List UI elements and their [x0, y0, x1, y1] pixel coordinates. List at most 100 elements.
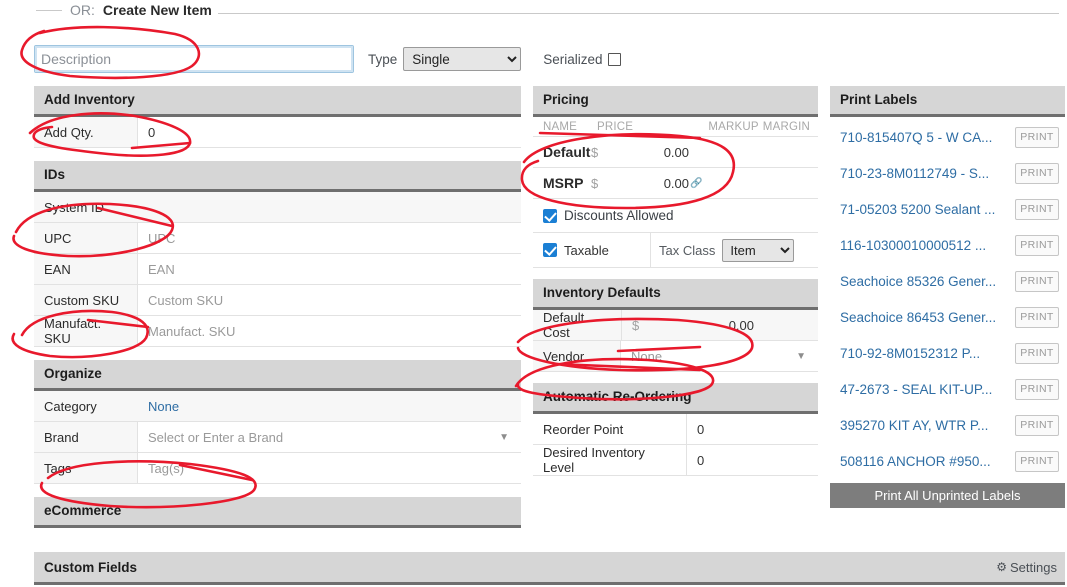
table-row-add-qty[interactable]: Add Qty. 0 [34, 117, 521, 148]
section-header-print-labels: Print Labels [830, 86, 1065, 117]
section-header-inventory-defaults: Inventory Defaults [533, 279, 818, 310]
upc-label: UPC [34, 223, 138, 253]
price-name-msrp: MSRP [543, 175, 584, 191]
print-label-name[interactable]: Seachoice 86453 Gener... [840, 310, 996, 325]
tax-class-select[interactable]: Item [722, 238, 795, 262]
print-button[interactable]: PRINT [1015, 234, 1059, 256]
column-header-margin: MARGIN [762, 121, 810, 133]
print-label-name[interactable]: 71-05203 5200 Sealant ... [840, 202, 995, 217]
print-label-name[interactable]: 116-10300010000512 ... [840, 238, 986, 253]
print-button[interactable]: PRINT [1015, 450, 1059, 472]
column-header-name: NAME [543, 121, 578, 133]
print-button[interactable]: PRINT [1015, 342, 1059, 364]
custom-sku-input[interactable]: Custom SKU [138, 285, 521, 315]
print-button[interactable]: PRINT [1015, 414, 1059, 436]
list-item[interactable]: 116-10300010000512 ... PRINT [830, 227, 1065, 263]
add-qty-value[interactable]: 0 [138, 117, 521, 147]
ean-label: EAN [34, 254, 138, 284]
section-header-auto-reordering: Automatic Re-Ordering [533, 383, 818, 414]
serialized-checkbox[interactable] [607, 52, 621, 66]
print-button[interactable]: PRINT [1015, 162, 1059, 184]
table-row-ean[interactable]: EAN EAN [34, 254, 521, 285]
print-labels-list: 710-815407Q 5 - W CA... PRINT 710-23-8M0… [830, 117, 1065, 508]
list-item[interactable]: 710-23-8M0112749 - S... PRINT [830, 155, 1065, 191]
print-label-name[interactable]: 395270 KIT AY, WTR P... [840, 418, 988, 433]
table-row-brand[interactable]: Brand Select or Enter a Brand ▼ [34, 422, 521, 453]
type-select[interactable]: Single [403, 47, 522, 71]
table-row-default-cost[interactable]: Default Cost $ 0.00 [533, 310, 818, 341]
table-row-custom-sku[interactable]: Custom SKU Custom SKU [34, 285, 521, 316]
desired-inventory-level-input[interactable]: 0 [687, 445, 818, 475]
right-column: Print Labels 710-815407Q 5 - W CA... PRI… [830, 86, 1065, 508]
chevron-down-icon: ▼ [499, 431, 509, 443]
list-item[interactable]: 395270 KIT AY, WTR P... PRINT [830, 407, 1065, 443]
vendor-label: Vendor [533, 341, 621, 371]
list-item[interactable]: Seachoice 85326 Gener... PRINT [830, 263, 1065, 299]
discounts-allowed-row[interactable]: Discounts Allowed [533, 199, 818, 233]
list-item[interactable]: 508116 ANCHOR #950... PRINT [830, 443, 1065, 479]
link-chain-icon[interactable]: 🔗 [690, 178, 702, 189]
print-button[interactable]: PRINT [1015, 198, 1059, 220]
print-button[interactable]: PRINT [1015, 270, 1059, 292]
tax-class-label: Tax Class [659, 242, 716, 258]
print-label-name[interactable]: Seachoice 85326 Gener... [840, 274, 996, 289]
left-column: Add Inventory Add Qty. 0 IDs System ID U… [34, 86, 521, 528]
table-row-tags[interactable]: Tags Tag(s) [34, 453, 521, 484]
default-cost-label: Default Cost [543, 310, 585, 340]
chevron-down-icon: ▼ [796, 350, 806, 362]
table-row-desired-inventory-level[interactable]: Desired Inventory Level 0 [533, 445, 818, 476]
list-item[interactable]: Seachoice 86453 Gener... PRINT [830, 299, 1065, 335]
table-row-vendor[interactable]: Vendor None ▼ [533, 341, 818, 372]
list-item[interactable]: 71-05203 5200 Sealant ... PRINT [830, 191, 1065, 227]
discounts-allowed-checkbox[interactable] [543, 208, 557, 223]
spacer [34, 347, 521, 360]
print-label-name[interactable]: 47-2673 - SEAL KIT-UP... [840, 382, 992, 397]
legend-dash [36, 9, 62, 11]
settings-link[interactable]: ⚙ Settings [996, 560, 1057, 575]
default-cost-field[interactable]: $ 0.00 [621, 310, 818, 340]
brand-select[interactable]: Select or Enter a Brand ▼ [138, 422, 521, 452]
price-default-input[interactable]: 0.00 [603, 145, 689, 160]
list-item[interactable]: 710-815407Q 5 - W CA... PRINT [830, 119, 1065, 155]
taxable-checkbox[interactable] [543, 243, 557, 257]
spacer [34, 484, 521, 497]
table-row-manufact-sku[interactable]: Manufact. SKU Manufact. SKU [34, 316, 521, 347]
print-label-name[interactable]: 710-92-8M0152312 P... [840, 346, 980, 361]
print-label-name[interactable]: 710-815407Q 5 - W CA... [840, 130, 992, 145]
list-item[interactable]: 47-2673 - SEAL KIT-UP... PRINT [830, 371, 1065, 407]
upc-input[interactable]: UPC [138, 223, 521, 253]
table-row-reorder-point[interactable]: Reorder Point 0 [533, 414, 818, 445]
description-input[interactable] [34, 45, 354, 73]
manufact-sku-input[interactable]: Manufact. SKU [138, 316, 521, 346]
middle-column: Pricing NAME PRICE MARKUP MARGIN Default… [533, 86, 818, 476]
print-label-name[interactable]: 710-23-8M0112749 - S... [840, 166, 989, 181]
tags-input[interactable]: Tag(s) [138, 453, 521, 483]
taxable-group[interactable]: Taxable [533, 233, 651, 267]
currency-symbol: $ [591, 175, 599, 191]
ean-input[interactable]: EAN [138, 254, 521, 284]
print-button[interactable]: PRINT [1015, 378, 1059, 400]
column-header-price: PRICE [597, 121, 634, 133]
table-row-system-id[interactable]: System ID [34, 192, 521, 223]
tags-label: Tags [34, 453, 138, 483]
brand-placeholder: Select or Enter a Brand [148, 429, 284, 445]
vendor-select[interactable]: None ▼ [621, 341, 818, 371]
category-none-link[interactable]: None [148, 399, 179, 414]
settings-label: Settings [1010, 559, 1057, 575]
table-row-category[interactable]: Category None [34, 391, 521, 422]
custom-fields-title: Custom Fields [44, 559, 138, 575]
section-header-pricing: Pricing [533, 86, 818, 117]
spacer [34, 148, 521, 161]
list-item[interactable]: 710-92-8M0152312 P... PRINT [830, 335, 1065, 371]
price-msrp-input[interactable]: 0.00 [603, 176, 689, 191]
table-row-price-default[interactable]: Default $ 0.00 [533, 137, 818, 168]
print-button[interactable]: PRINT [1015, 126, 1059, 148]
tax-class-group: Tax Class Item [651, 233, 802, 267]
print-all-unprinted-labels-button[interactable]: Print All Unprinted Labels [830, 483, 1065, 508]
print-label-name[interactable]: 508116 ANCHOR #950... [840, 454, 991, 469]
table-row-upc[interactable]: UPC UPC [34, 223, 521, 254]
print-button[interactable]: PRINT [1015, 306, 1059, 328]
default-cost-input[interactable]: 0.00 [729, 318, 810, 333]
table-row-price-msrp[interactable]: MSRP $ 0.00 🔗 [533, 168, 818, 199]
reorder-point-input[interactable]: 0 [687, 414, 818, 444]
